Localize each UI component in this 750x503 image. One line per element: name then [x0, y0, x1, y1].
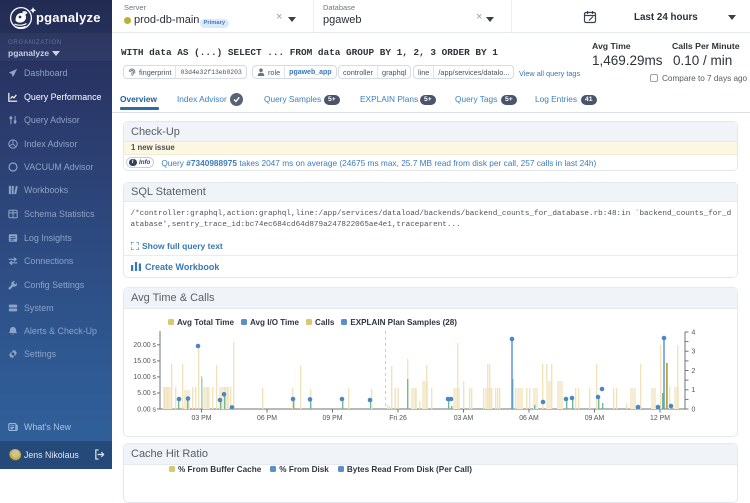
svg-text:0: 0: [692, 406, 696, 413]
svg-text:2: 2: [692, 368, 696, 375]
svg-text:09 AM: 09 AM: [585, 415, 605, 422]
svg-text:09 PM: 09 PM: [323, 415, 343, 422]
svg-text:20.00 s: 20.00 s: [133, 342, 156, 349]
svg-text:15.00 s: 15.00 s: [133, 358, 156, 365]
svg-text:06 AM: 06 AM: [519, 415, 539, 422]
svg-text:4: 4: [692, 329, 696, 336]
svg-text:0.00 s: 0.00 s: [137, 406, 156, 413]
svg-text:03 PM: 03 PM: [192, 415, 212, 422]
svg-text:3: 3: [692, 349, 696, 356]
svg-text:1: 1: [692, 387, 696, 394]
svg-text:10.00 s: 10.00 s: [133, 374, 156, 381]
svg-text:03 AM: 03 AM: [454, 415, 474, 422]
svg-text:06 PM: 06 PM: [257, 415, 277, 422]
svg-text:12 PM: 12 PM: [650, 415, 670, 422]
svg-text:5.00 s: 5.00 s: [137, 390, 156, 397]
svg-text:Fri 26: Fri 26: [389, 415, 407, 422]
